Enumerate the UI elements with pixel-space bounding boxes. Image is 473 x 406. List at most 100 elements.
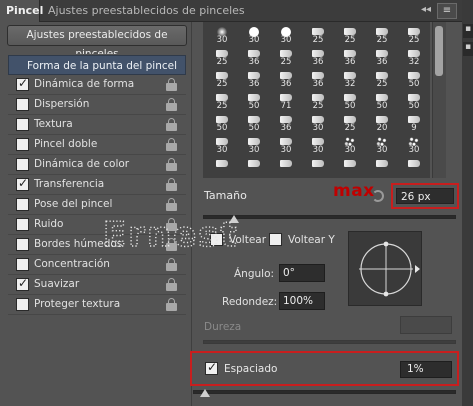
brush-tip-cell[interactable]: 30	[270, 26, 302, 46]
brush-tip-cell[interactable]: 20	[366, 114, 398, 134]
brush-tip-cell[interactable]: 50	[206, 114, 238, 134]
panel-menu-icon[interactable]: ≡	[437, 3, 457, 19]
brush-tip-cell[interactable]: 25	[270, 48, 302, 68]
brush-tip-cell[interactable]: 36	[334, 48, 366, 68]
brush-tip-cell[interactable]: 50	[334, 92, 366, 112]
brush-tip-cell[interactable]: 50	[238, 92, 270, 112]
lock-icon[interactable]	[166, 298, 177, 311]
lock-icon[interactable]	[166, 98, 177, 111]
setting-checkbox[interactable]	[16, 298, 29, 311]
brush-tip-cell[interactable]: 25	[206, 48, 238, 68]
brush-tip-cell[interactable]: 36	[238, 70, 270, 90]
setting-checkbox[interactable]	[16, 238, 29, 251]
brush-tip-cell[interactable]	[366, 158, 398, 178]
brush-tip-cell[interactable]: 25	[206, 70, 238, 90]
brush-tip-cell[interactable]: 36	[238, 48, 270, 68]
brush-tip-cell[interactable]: 36	[270, 114, 302, 134]
brush-tip-cell[interactable]: 25	[366, 70, 398, 90]
tab-brush-presets[interactable]: Ajustes preestablecidos de pinceles	[42, 0, 251, 22]
brush-tip-cell[interactable]: 50	[238, 114, 270, 134]
setting-checkbox[interactable]	[16, 176, 29, 191]
brush-tip-cell[interactable]: 25	[206, 92, 238, 112]
brush-tip-cell[interactable]: 25	[398, 26, 430, 46]
brush-tip-cell[interactable]: 32	[398, 48, 430, 68]
setting-checkbox[interactable]	[16, 198, 29, 211]
lock-icon[interactable]	[166, 258, 177, 271]
brush-tip-cell[interactable]: 50	[366, 92, 398, 112]
lock-icon[interactable]	[166, 178, 177, 191]
setting-checkbox[interactable]	[16, 158, 29, 171]
spacing-slider-thumb[interactable]	[200, 389, 210, 397]
settings-list-item[interactable]: Dinámica de forma	[8, 75, 186, 95]
setting-checkbox[interactable]	[16, 98, 29, 111]
brush-tip-cell[interactable]: 25	[334, 114, 366, 134]
brush-tip-shape-item[interactable]: Forma de la punta del pincel	[8, 55, 186, 75]
brush-tip-cell[interactable]: 50	[398, 70, 430, 90]
lock-icon[interactable]	[166, 278, 177, 291]
dock-tool-icon[interactable]: ▪	[463, 24, 473, 38]
brush-tip-cell[interactable]: 9	[398, 114, 430, 134]
angle-field[interactable]: 0°	[279, 264, 325, 282]
lock-icon[interactable]	[166, 78, 177, 91]
tab-pincel[interactable]: Pincel	[0, 0, 43, 22]
brush-tip-cell[interactable]: 30	[398, 136, 430, 156]
brush-tip-cell[interactable]	[302, 158, 334, 178]
settings-list-item[interactable]: Proteger textura	[8, 295, 186, 315]
brush-tip-cell[interactable]: 30	[334, 136, 366, 156]
spacing-field[interactable]: 1%	[400, 361, 452, 378]
setting-checkbox[interactable]	[16, 76, 29, 91]
brush-tip-cell[interactable]: 36	[366, 48, 398, 68]
brush-tip-cell[interactable]: 25	[302, 92, 334, 112]
setting-checkbox[interactable]	[16, 218, 29, 231]
brush-tip-cell[interactable]: 30	[238, 136, 270, 156]
lock-icon[interactable]	[166, 138, 177, 151]
setting-checkbox[interactable]	[16, 276, 29, 291]
brush-tip-cell[interactable]: 30	[302, 114, 334, 134]
brush-tip-cell[interactable]: 36	[302, 48, 334, 68]
setting-checkbox[interactable]	[16, 138, 29, 151]
brush-tip-cell[interactable]: 36	[270, 70, 302, 90]
spacing-checkbox[interactable]	[205, 360, 218, 375]
reset-size-icon[interactable]	[372, 190, 384, 202]
lock-icon[interactable]	[166, 158, 177, 171]
settings-list-item[interactable]: Dispersión	[8, 95, 186, 115]
settings-list-item[interactable]: Pincel doble	[8, 135, 186, 155]
brush-tip-cell[interactable]	[334, 158, 366, 178]
brush-tip-cell[interactable]: 30	[206, 136, 238, 156]
brush-presets-button[interactable]: Ajustes preestablecidos de pinceles	[7, 25, 187, 60]
brush-tip-cell[interactable]: 30	[238, 26, 270, 46]
settings-list-item[interactable]: Textura	[8, 115, 186, 135]
angle-roundness-dial[interactable]	[349, 232, 423, 307]
brush-tip-cell[interactable]: 30	[302, 136, 334, 156]
settings-list-item[interactable]: Suavizar	[8, 275, 186, 295]
brush-tip-cell[interactable]: 32	[334, 70, 366, 90]
size-field[interactable]: 26 px	[396, 188, 454, 204]
roundness-field[interactable]: 100%	[279, 292, 325, 310]
brush-tip-cell[interactable]: 30	[206, 26, 238, 46]
brush-tip-grid[interactable]: 30 30 30 25 25 25 25 25 36 25 36 36 36 32 25 36 36 36 32 25…	[203, 22, 430, 178]
settings-list-item[interactable]: Transferencia	[8, 175, 186, 195]
settings-list-item[interactable]: Pose del pincel	[8, 195, 186, 215]
brush-tip-cell[interactable]: 25	[302, 26, 334, 46]
lock-icon[interactable]	[166, 118, 177, 131]
collapse-panel-icon[interactable]: ◂◂	[421, 4, 431, 15]
brush-tip-cell[interactable]: 36	[302, 70, 334, 90]
brush-tip-cell[interactable]: 30	[270, 136, 302, 156]
brush-angle-widget[interactable]	[348, 231, 422, 306]
setting-checkbox[interactable]	[16, 118, 29, 131]
lock-icon[interactable]	[166, 198, 177, 211]
spacing-slider-track[interactable]	[193, 390, 456, 394]
brush-tip-cell[interactable]	[398, 158, 430, 178]
brush-tip-cell[interactable]: 50	[398, 92, 430, 112]
settings-list-item[interactable]: Concentración	[8, 255, 186, 275]
dock-tool-icon[interactable]: ▪	[463, 42, 473, 56]
brush-tip-cell[interactable]: 30	[366, 136, 398, 156]
scrollbar-thumb[interactable]	[435, 26, 443, 76]
setting-checkbox[interactable]	[16, 258, 29, 271]
brush-tip-cell[interactable]: 25	[334, 26, 366, 46]
brush-tip-cell[interactable]: 71	[270, 92, 302, 112]
brush-tip-cell[interactable]: 25	[366, 26, 398, 46]
brush-tip-cell[interactable]	[206, 158, 238, 178]
settings-list-item[interactable]: Dinámica de color	[8, 155, 186, 175]
brush-tip-cell[interactable]	[270, 158, 302, 178]
